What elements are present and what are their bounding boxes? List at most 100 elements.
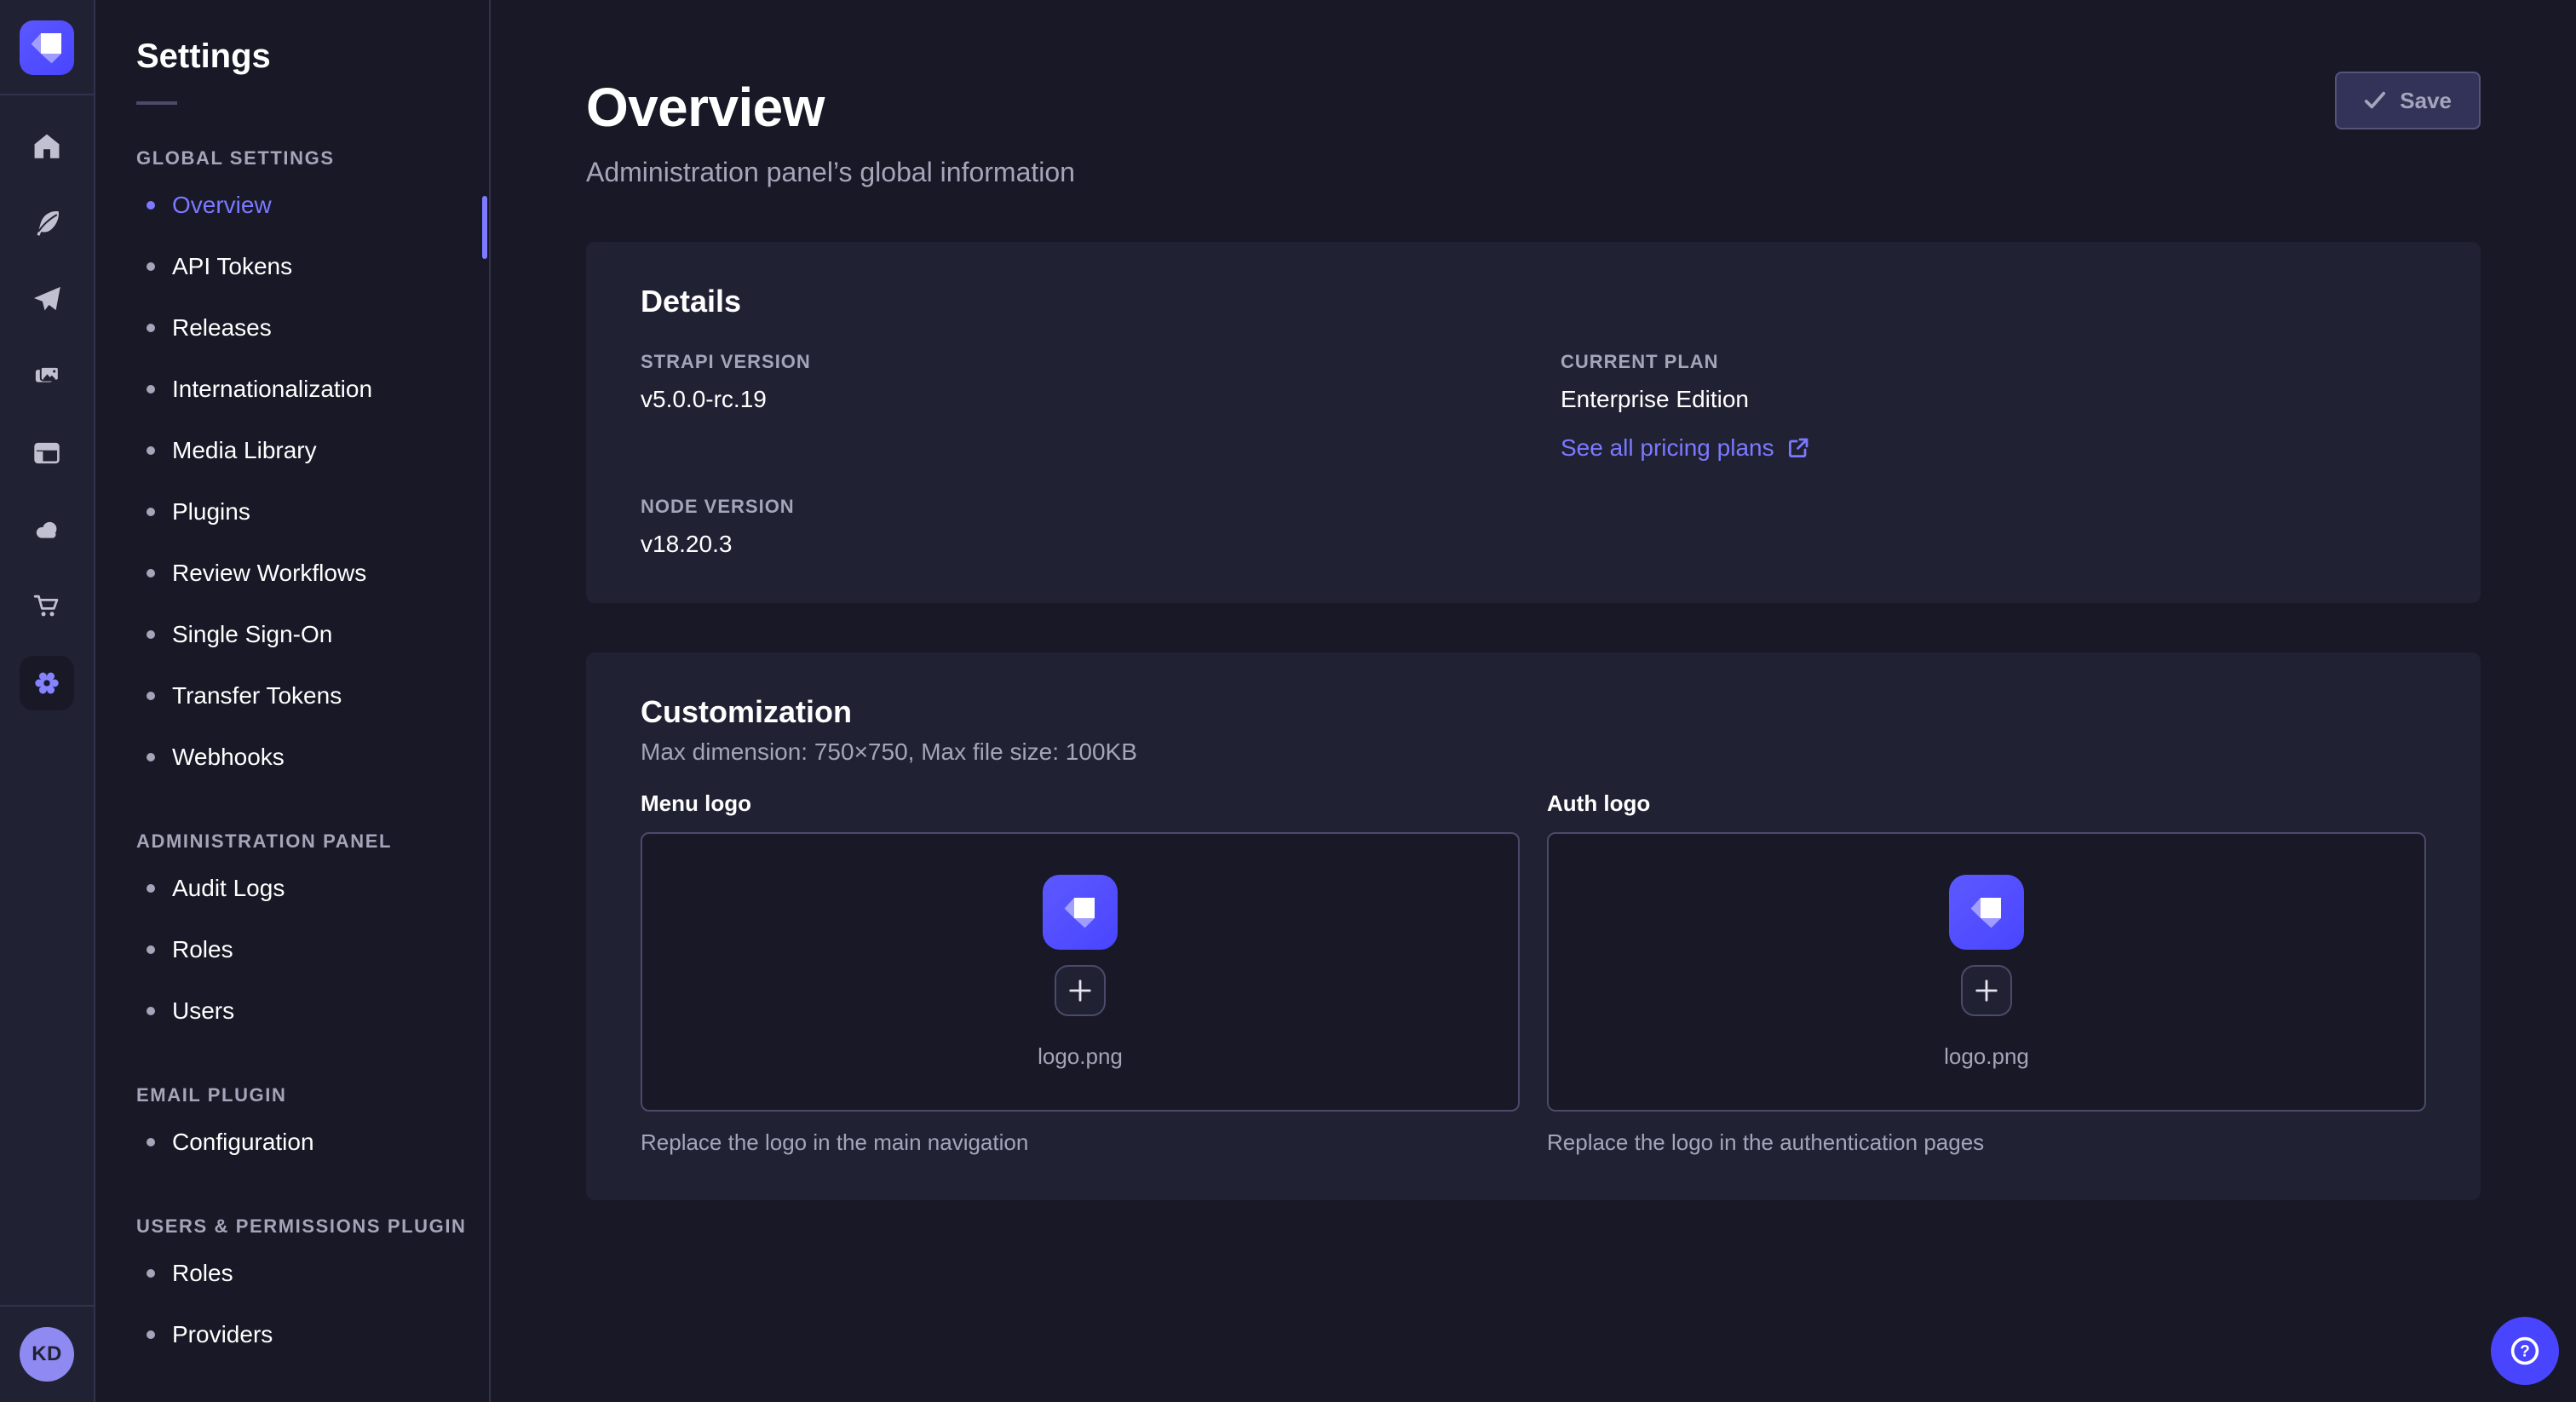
subnav-section-header-global-settings: GLOBAL SETTINGS — [136, 147, 489, 170]
subnav-item-overview[interactable]: Overview — [136, 175, 489, 236]
subnav-item-users[interactable]: Users — [136, 980, 489, 1042]
svg-text:?: ? — [2520, 1342, 2530, 1360]
subnav-item-single-sign-on[interactable]: Single Sign-On — [136, 604, 489, 665]
subnav-item-label: API Tokens — [172, 253, 292, 280]
subnav-item-label: Providers — [172, 1321, 273, 1348]
paper-plane-icon — [29, 282, 65, 318]
auth-logo-hint: Replace the logo in the authentication p… — [1547, 1129, 2426, 1156]
bullet-icon — [147, 385, 155, 394]
cart-icon — [29, 589, 65, 624]
details-right-column: CURRENT PLAN Enterprise Edition See all … — [1561, 351, 2426, 559]
subnav-item-label: Audit Logs — [172, 875, 285, 902]
bullet-icon — [147, 692, 155, 700]
menu-logo-dropzone[interactable]: logo.png — [641, 832, 1520, 1112]
node-version-field: NODE VERSION v18.20.3 — [641, 496, 1506, 559]
subnav-item-label: Single Sign-On — [172, 621, 332, 648]
subnav-section-header-administration-panel: ADMINISTRATION PANEL — [136, 830, 489, 853]
subnav-title: Settings — [136, 37, 489, 76]
strapi-mark-icon — [1053, 885, 1107, 939]
field-label: STRAPI VERSION — [641, 351, 1506, 373]
user-avatar[interactable]: KD — [20, 1327, 74, 1382]
field-label: CURRENT PLAN — [1561, 351, 2426, 373]
bullet-icon — [147, 569, 155, 577]
nav-releases-button[interactable] — [20, 273, 74, 327]
plus-icon — [1974, 978, 1999, 1003]
subnav-item-providers[interactable]: Providers — [136, 1304, 489, 1365]
bullet-icon — [147, 508, 155, 516]
subnav-item-label: Configuration — [172, 1129, 314, 1156]
auth-logo-dropzone[interactable]: logo.png — [1547, 832, 2426, 1112]
subnav-scrollbar-thumb[interactable] — [482, 196, 487, 259]
menu-logo-group: Menu logo — [641, 790, 1520, 1156]
layout-icon — [29, 435, 65, 471]
subnav-item-label: Roles — [172, 936, 233, 963]
field-value: Enterprise Edition — [1561, 385, 2426, 414]
details-left-column: STRAPI VERSION v5.0.0-rc.19 NODE VERSION… — [641, 351, 1506, 559]
nav-cloud-button[interactable] — [20, 503, 74, 557]
subnav-section-header-users-permissions-plugin: USERS & PERMISSIONS PLUGIN — [136, 1215, 489, 1238]
strapi-mark-icon — [1959, 885, 2014, 939]
app-window: KD Settings GLOBAL SETTINGS Overview API T… — [0, 0, 2576, 1402]
main-content: Overview Administration panel’s global i… — [491, 0, 2576, 1402]
nav-settings-button[interactable] — [20, 656, 74, 710]
menu-logo-label: Menu logo — [641, 790, 1520, 817]
subnav-item-configuration[interactable]: Configuration — [136, 1112, 489, 1173]
subnav-item-roles[interactable]: Roles — [136, 919, 489, 980]
details-heading: Details — [641, 283, 2426, 320]
subnav-item-label: Webhooks — [172, 744, 285, 771]
field-label: NODE VERSION — [641, 496, 1506, 518]
subnav-item-internationalization[interactable]: Internationalization — [136, 359, 489, 420]
subnav-item-label: Roles — [172, 1260, 233, 1287]
subnav-item-transfer-tokens[interactable]: Transfer Tokens — [136, 665, 489, 727]
nav-content-manager-button[interactable] — [20, 196, 74, 250]
bullet-icon — [147, 446, 155, 455]
bullet-icon — [147, 1138, 155, 1146]
bullet-icon — [147, 884, 155, 893]
subnav-item-audit-logs[interactable]: Audit Logs — [136, 858, 489, 919]
subnav-item-label: Overview — [172, 192, 272, 219]
subnav-item-roles[interactable]: Roles — [136, 1243, 489, 1304]
strapi-logo-icon[interactable] — [20, 20, 74, 75]
nav-content-type-builder-button[interactable] — [20, 426, 74, 480]
menu-logo-add-button[interactable] — [1055, 965, 1106, 1016]
save-button-label: Save — [2400, 88, 2452, 114]
nav-home-button[interactable] — [20, 119, 74, 174]
page-subtitle: Administration panel’s global informatio… — [586, 153, 2481, 191]
subnav-item-label: Users — [172, 997, 234, 1025]
rail-divider — [0, 94, 94, 95]
nav-media-library-button[interactable] — [20, 349, 74, 404]
subnav-item-releases[interactable]: Releases — [136, 297, 489, 359]
subnav-item-plugins[interactable]: Plugins — [136, 481, 489, 543]
auth-logo-filename: logo.png — [1944, 1043, 2029, 1070]
details-card: Details STRAPI VERSION v5.0.0-rc.19 NODE… — [586, 242, 2481, 603]
customization-card: Customization Max dimension: 750×750, Ma… — [586, 652, 2481, 1200]
cloud-icon — [29, 512, 65, 548]
auth-logo-add-button[interactable] — [1961, 965, 2012, 1016]
main-nav-rail: KD — [0, 0, 95, 1402]
pricing-plans-link[interactable]: See all pricing plans — [1561, 434, 1808, 462]
media-library-icon — [29, 359, 65, 394]
subnav-item-webhooks[interactable]: Webhooks — [136, 727, 489, 788]
nav-marketplace-button[interactable] — [20, 579, 74, 634]
field-value: v5.0.0-rc.19 — [641, 385, 1506, 414]
strapi-mark-icon — [20, 20, 74, 75]
subnav-item-review-workflows[interactable]: Review Workflows — [136, 543, 489, 604]
current-plan-field: CURRENT PLAN Enterprise Edition — [1561, 351, 2426, 414]
save-button[interactable]: Save — [2335, 72, 2481, 129]
menu-logo-hint: Replace the logo in the main navigation — [641, 1129, 1520, 1156]
bullet-icon — [147, 630, 155, 639]
subnav-item-label: Internationalization — [172, 376, 372, 403]
subnav-item-api-tokens[interactable]: API Tokens — [136, 236, 489, 297]
help-button[interactable]: ? — [2491, 1317, 2559, 1385]
bullet-icon — [147, 1330, 155, 1339]
subnav-section-header-email-plugin: EMAIL PLUGIN — [136, 1084, 489, 1106]
bullet-icon — [147, 1269, 155, 1278]
subnav-item-label: Transfer Tokens — [172, 682, 342, 710]
rail-divider-bottom — [0, 1305, 94, 1307]
bullet-icon — [147, 201, 155, 210]
subnav-item-media-library[interactable]: Media Library — [136, 420, 489, 481]
customization-heading: Customization — [641, 693, 2426, 731]
pricing-plans-link-label: See all pricing plans — [1561, 434, 1774, 462]
home-icon — [29, 129, 65, 164]
auth-logo-preview — [1949, 875, 2024, 950]
